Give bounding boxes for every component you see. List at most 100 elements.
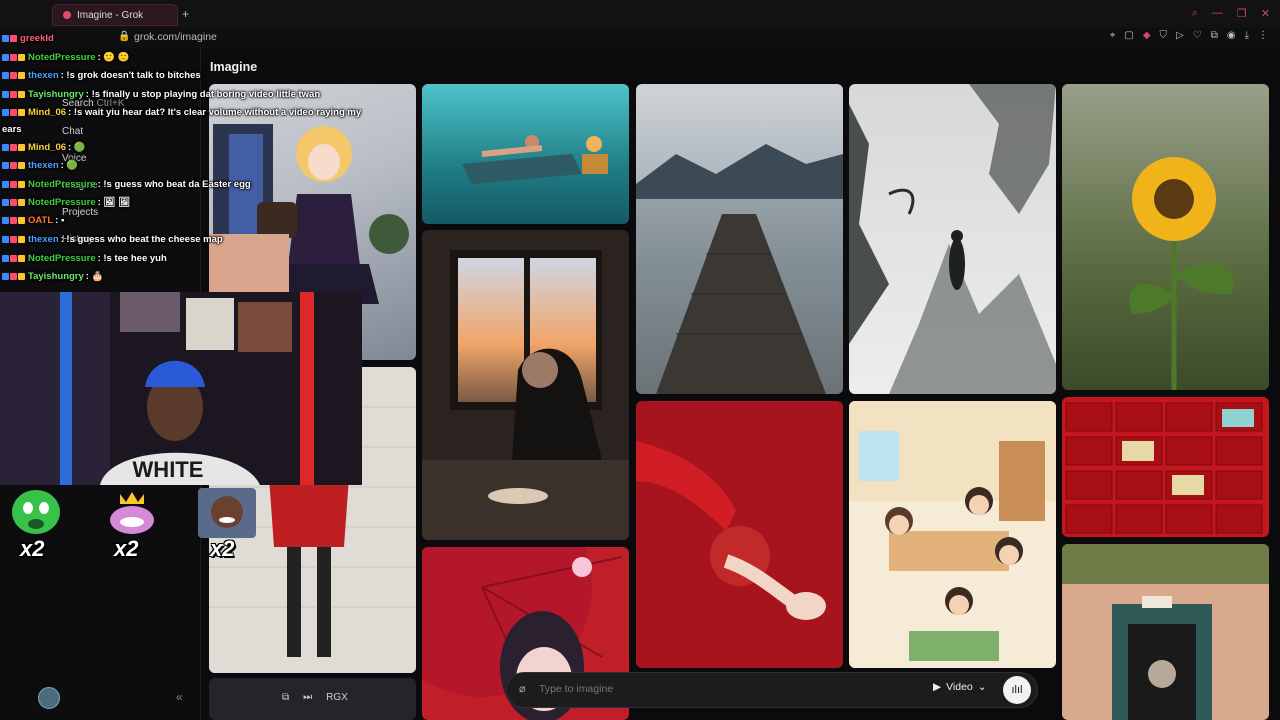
stream-label: RGX	[326, 692, 348, 703]
pocket-icon[interactable]: ◆	[1143, 30, 1151, 41]
window-controls: ⌕ — ❐ ✕	[1192, 7, 1270, 20]
chat-username[interactable]: NotedPressure	[28, 253, 96, 264]
chat-message-partial: greekId	[2, 30, 56, 46]
attach-icon[interactable]: ⌀	[519, 682, 526, 695]
chat-username[interactable]: NotedPressure	[28, 179, 96, 190]
chat-badges	[2, 143, 25, 151]
chat-message: Mind_06: 🟢	[2, 139, 86, 155]
chat-badges	[2, 108, 25, 116]
chat-message: NotedPressure: 🙂 🙂	[2, 49, 130, 65]
waveform-icon: ılıl	[1011, 684, 1023, 696]
chat-username[interactable]: thexen	[28, 234, 59, 245]
new-tab-button[interactable]: +	[182, 7, 189, 21]
underwater-image	[462, 135, 608, 184]
image-tile-lake-pier[interactable]	[636, 84, 843, 394]
mode-selector[interactable]: ▶ Video ⌄	[933, 681, 987, 693]
heart-icon[interactable]: ♡	[1193, 30, 1202, 41]
red-lockers-image	[1065, 402, 1263, 534]
account-icon[interactable]: ◉	[1227, 30, 1236, 41]
emote-count-2: x2	[114, 536, 139, 561]
chat-badges	[2, 90, 25, 98]
webcam-image: WHITE	[0, 292, 362, 485]
image-tile-sunflower[interactable]	[1062, 84, 1269, 390]
chat-badges	[2, 161, 25, 169]
collapse-sidebar-icon[interactable]: «	[176, 690, 183, 704]
imagine-prompt-input[interactable]	[537, 682, 841, 696]
chat-text: : !s guess who beat the cheese map	[60, 233, 223, 245]
lock-icon: 🔒	[118, 31, 131, 42]
image-tile-ink-mountains[interactable]	[849, 84, 1056, 394]
shirt-text: WHITE	[133, 457, 204, 482]
old-man-kitchen-image	[422, 250, 629, 540]
image-tile-underwater[interactable]	[422, 84, 629, 224]
image-tile-pomegranate[interactable]	[636, 401, 843, 668]
chat-text: : 🟢	[60, 159, 79, 171]
chat-text: : ▪	[55, 214, 65, 226]
tab-title: Imagine - Grok	[77, 9, 144, 21]
chat-message: Mind_06: !s wait yiu hear dat? It's clea…	[2, 104, 361, 120]
chat-message: NotedPressure: !s tee hee yuh	[2, 250, 167, 266]
emote-count-3: x2	[210, 536, 235, 561]
chat-message: Tayishungry: !s finally u stop playing d…	[2, 86, 320, 102]
menu-icon[interactable]: ⋮	[1258, 30, 1268, 41]
mode-label: Video	[946, 681, 973, 693]
avatar[interactable]	[38, 687, 60, 709]
chat-text: : !s finally u stop playing dat boring v…	[85, 88, 321, 100]
image-tile-office-cartoon[interactable]	[849, 401, 1056, 668]
chat-message: Tayishungry: 🎂	[2, 268, 103, 284]
screenshot-icon[interactable]: ▢	[1124, 30, 1133, 41]
play-icon[interactable]: ▷	[1176, 30, 1184, 41]
play-icon: ▶	[933, 681, 942, 693]
chat-badges	[2, 53, 25, 61]
sidebar-item-chat[interactable]: Chat	[62, 126, 83, 137]
search-icon[interactable]: ⌕	[1192, 7, 1198, 20]
chat-username[interactable]: NotedPressure	[28, 197, 96, 208]
image-tile-old-man-kitchen[interactable]	[422, 230, 629, 540]
minimize-icon[interactable]: —	[1212, 7, 1223, 20]
download-icon[interactable]: ⤓	[1245, 30, 1249, 41]
chat-badges	[2, 198, 25, 206]
skip-icon[interactable]: ⏭	[303, 692, 312, 703]
webcam-overlay: WHITE	[0, 292, 362, 485]
browser-tab-bar: Imagine - Grok + ⌕ — ❐ ✕	[0, 0, 1280, 28]
lake-pier-image	[636, 144, 843, 394]
image-tile-doorway[interactable]	[1062, 544, 1269, 720]
chat-text: : !s grok doesn't talk to bitches	[60, 69, 201, 81]
chat-text: : !s guess who beat da Easter egg	[97, 178, 251, 190]
chat-badges	[2, 71, 25, 79]
doorway-image	[1062, 544, 1269, 720]
voice-mode-button[interactable]: ılıl	[1003, 676, 1031, 704]
url-field[interactable]: grok.com/imagine	[134, 31, 217, 43]
chat-username[interactable]: thexen	[28, 70, 59, 81]
chat-username[interactable]: Mind_06	[28, 142, 66, 153]
chat-badges	[2, 254, 25, 262]
shield-icon[interactable]: ⛉	[1160, 30, 1168, 41]
pip-icon[interactable]: ⧉	[282, 692, 289, 703]
tab-favicon-icon	[63, 11, 71, 19]
chat-username[interactable]: thexen	[28, 160, 59, 171]
maximize-icon[interactable]: ❐	[1237, 7, 1247, 20]
chat-text: : !s wait yiu hear dat? It's clear volum…	[68, 106, 362, 118]
chat-username[interactable]: OATL	[28, 215, 53, 226]
chat-username[interactable]: Tayishungry	[28, 271, 84, 282]
chat-message: NotedPressure: !s guess who beat da East…	[2, 176, 251, 192]
chat-text: : 🟢	[68, 141, 86, 153]
close-icon[interactable]: ✕	[1261, 7, 1270, 20]
stream-controls: ⧉ ⏭ RGX	[282, 692, 348, 703]
chat-text: : 🎂	[85, 270, 104, 282]
chat-username[interactable]: NotedPressure	[28, 52, 96, 63]
chevron-down-icon: ⌄	[977, 681, 987, 693]
image-tile-red-lockers[interactable]	[1062, 397, 1269, 537]
chat-username[interactable]: Mind_06	[28, 107, 66, 118]
chat-text: ears	[2, 123, 22, 135]
chat-message: NotedPressure: 🖼 🖼	[2, 194, 130, 210]
chat-message: OATL: ▪	[2, 212, 64, 228]
tab-imagine-grok[interactable]: Imagine - Grok	[52, 4, 178, 26]
sunflower-image	[1129, 157, 1234, 390]
chat-badges	[2, 216, 25, 224]
chat-username[interactable]: Tayishungry	[28, 89, 84, 100]
emote-count-1: x2	[20, 536, 45, 561]
ink-mountains-image	[849, 84, 1056, 394]
puzzle-icon[interactable]: ⧉	[1211, 30, 1218, 41]
pin-icon[interactable]: ⌖	[1110, 30, 1116, 41]
